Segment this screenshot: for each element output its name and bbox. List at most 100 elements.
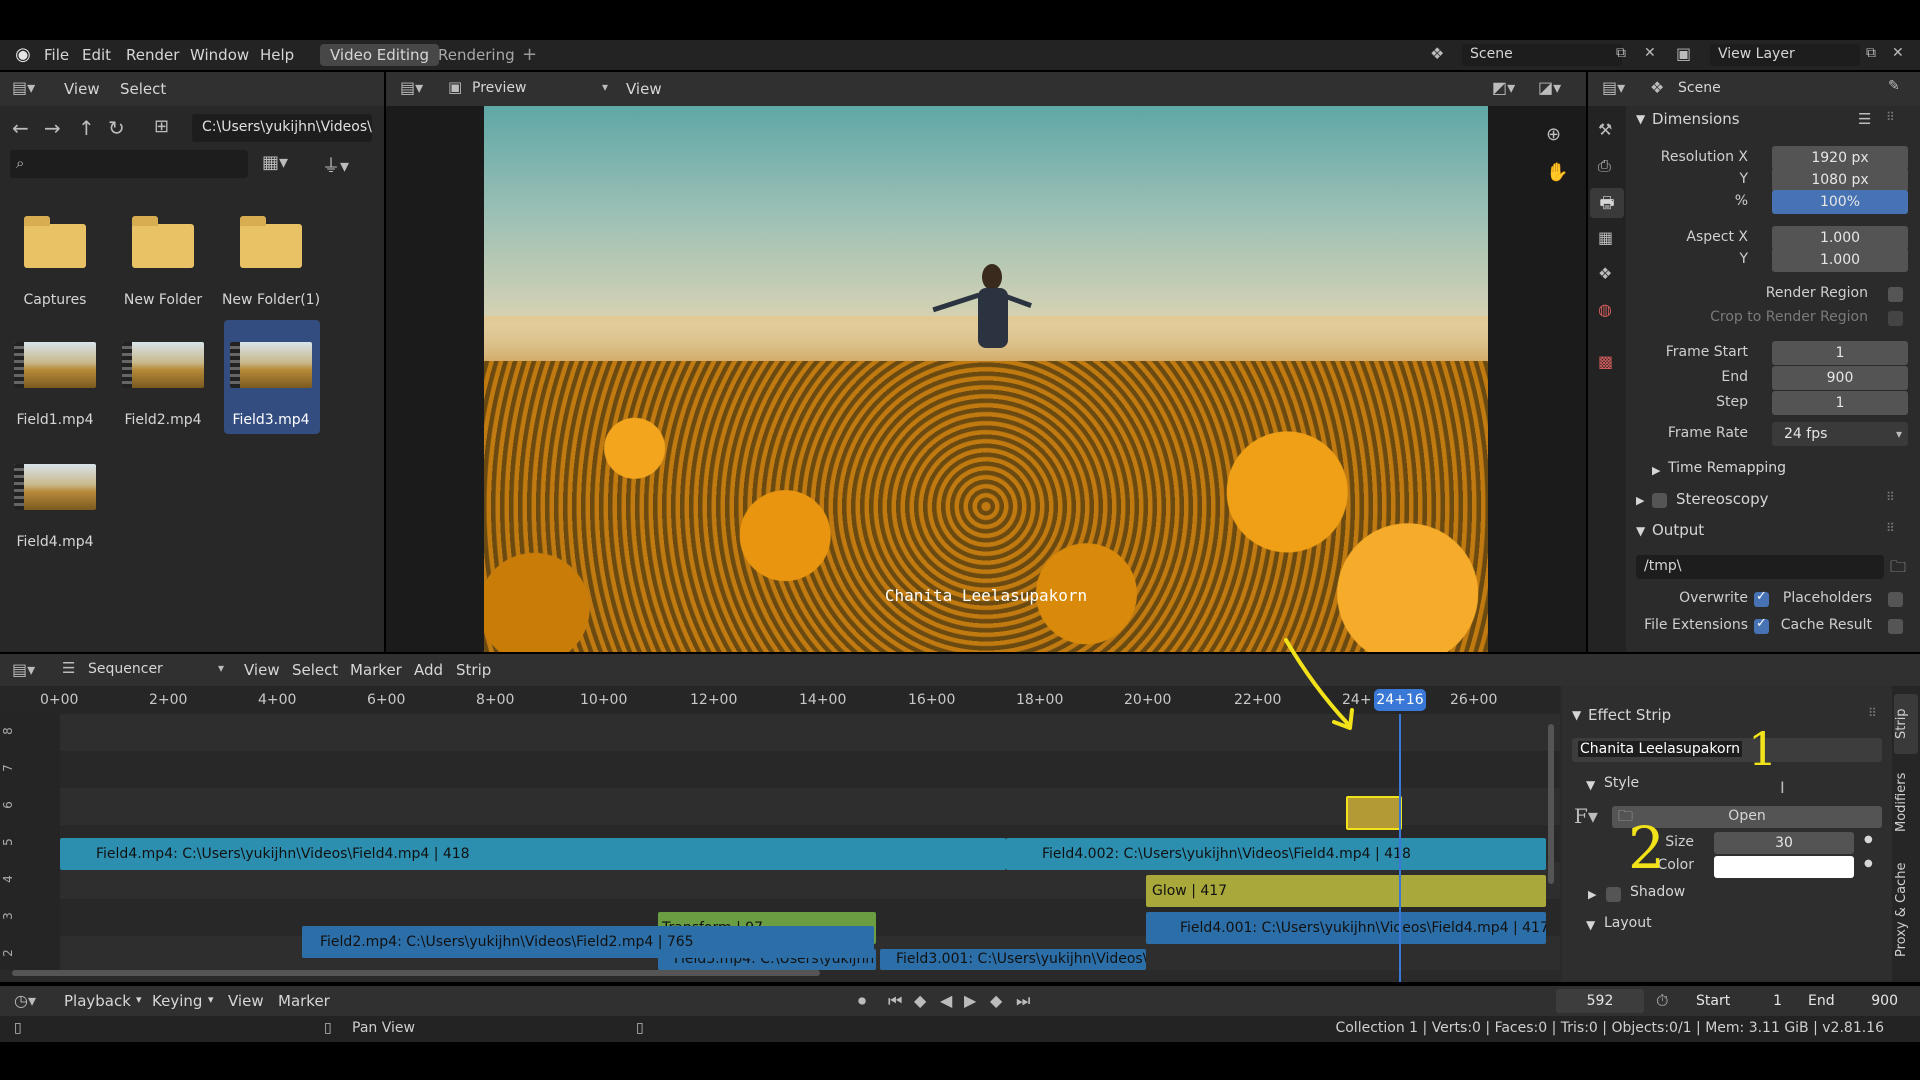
view-layer-tab-icon[interactable]: ▦ (1598, 228, 1613, 247)
current-frame-field[interactable]: 592 (1556, 989, 1644, 1013)
output-expand-icon[interactable]: ▼ (1636, 524, 1645, 538)
next-keyframe-icon[interactable]: ◆ (990, 991, 1002, 1010)
timeline-menu-playback[interactable]: Playback (64, 986, 131, 1016)
texture-tab-icon[interactable]: ▩ (1598, 352, 1613, 371)
menu-render[interactable]: Render (126, 40, 179, 70)
folder-icon[interactable] (132, 216, 194, 268)
sequencer-menu-strip[interactable]: Strip (456, 655, 491, 685)
shadow-checkbox[interactable] (1606, 887, 1621, 902)
file-browser-menu-select[interactable]: Select (120, 74, 166, 104)
time-remapping-title[interactable]: Time Remapping (1668, 460, 1786, 476)
stereoscopy-expand-icon[interactable]: ▶ (1636, 494, 1644, 507)
current-time-badge[interactable]: 24+16 (1374, 689, 1426, 711)
horizontal-scrollbar[interactable] (12, 970, 820, 976)
play-reverse-icon[interactable]: ◀ (940, 991, 952, 1010)
time-remapping-expand-icon[interactable]: ▶ (1652, 464, 1660, 477)
shadow-label[interactable]: Shadow (1630, 884, 1685, 900)
drag-handle-icon[interactable]: ⠿ (1886, 110, 1895, 124)
frame-end-field[interactable]: 900 (1772, 366, 1908, 390)
resolution-percent-slider[interactable]: 100% (1772, 190, 1908, 214)
drag-handle-icon[interactable]: ⠿ (1886, 521, 1895, 535)
tab-rendering[interactable]: Rendering (438, 40, 515, 70)
effect-strip-title[interactable]: Effect Strip (1588, 706, 1671, 724)
menu-edit[interactable]: Edit (82, 40, 111, 70)
file-field2[interactable]: Field2.mp4 (108, 412, 218, 428)
frame-start-field[interactable]: 1 (1772, 341, 1908, 365)
view-layer-selector[interactable]: View Layer (1710, 44, 1860, 66)
tab-video-editing[interactable]: Video Editing (320, 44, 440, 66)
stereoscopy-checkbox[interactable] (1652, 493, 1667, 508)
file-search-input[interactable]: ⌕ (10, 150, 248, 178)
strip-field2[interactable]: Field2.mp4: C:\Users\yukijhn\Videos\Fiel… (302, 926, 874, 958)
tool-tab-icon[interactable]: ⚒ (1598, 120, 1612, 139)
jump-start-icon[interactable]: ⏮ (888, 991, 902, 1011)
new-directory-icon[interactable]: ⊞ (154, 116, 169, 137)
render-region-checkbox[interactable] (1888, 287, 1903, 302)
timeline-menu-marker[interactable]: Marker (278, 986, 330, 1016)
layout-title[interactable]: Layout (1604, 915, 1652, 931)
font-icon[interactable]: F▾ (1574, 804, 1598, 828)
scene-icon[interactable]: ❖ (1430, 44, 1444, 63)
forward-icon[interactable]: → (44, 116, 61, 140)
file-field4[interactable]: Field4.mp4 (0, 534, 110, 550)
frame-step-field[interactable]: 1 (1772, 391, 1908, 415)
scene-selector[interactable]: Scene (1462, 44, 1622, 66)
drag-handle-icon[interactable]: ⠿ (1886, 490, 1895, 504)
tab-proxy-cache[interactable]: Proxy & Cache (1894, 850, 1918, 970)
resolution-x-field[interactable]: 1920 px (1772, 146, 1908, 170)
tab-modifiers[interactable]: Modifiers (1894, 760, 1918, 844)
path-field[interactable]: C:\Users\yukijhn\Videos\ (192, 114, 372, 142)
new-view-layer-icon[interactable]: ⧉ (1866, 45, 1876, 61)
file-browser-menu-view[interactable]: View (64, 74, 100, 104)
frame-rate-dropdown[interactable]: 24 fps ▾ (1772, 422, 1908, 446)
sequencer-menu-select[interactable]: Select (292, 655, 338, 685)
jump-end-icon[interactable]: ⏭ (1016, 991, 1030, 1011)
preview-menu-view[interactable]: View (626, 74, 662, 104)
strip-glow[interactable]: Glow | 417 (1146, 875, 1546, 907)
sequencer-menu-marker[interactable]: Marker (350, 655, 402, 685)
text-input[interactable]: Chanita Leelasupakorn (1572, 738, 1882, 762)
delete-view-layer-icon[interactable]: ✕ (1892, 45, 1904, 61)
zoom-icon[interactable]: ⊕ (1546, 124, 1561, 145)
color-swatch[interactable] (1714, 856, 1854, 878)
pin-icon[interactable]: ✎ (1888, 78, 1900, 94)
strip-field4-001[interactable]: Field4.001: C:\Users\yukijhn\Videos\Fiel… (1146, 912, 1546, 944)
shadow-expand-icon[interactable]: ▶ (1588, 888, 1596, 901)
menu-file[interactable]: File (44, 40, 69, 70)
preview-mode-dropdown[interactable]: ▣ Preview ▾ (442, 78, 612, 100)
new-scene-icon[interactable]: ⧉ (1616, 45, 1626, 61)
editor-type-icon[interactable]: ▤▾ (400, 78, 423, 97)
file-field1[interactable]: Field1.mp4 (0, 412, 110, 428)
placeholders-checkbox[interactable] (1888, 592, 1903, 607)
overlay-icon[interactable]: ◪▾ (1538, 78, 1561, 97)
color-keyframe-icon[interactable]: ● (1864, 858, 1873, 869)
dimensions-title[interactable]: Dimensions (1652, 110, 1740, 128)
scene-tab-icon[interactable]: ❖ (1598, 264, 1612, 283)
timeline-menu-keying[interactable]: Keying (152, 986, 202, 1016)
output-title[interactable]: Output (1652, 521, 1704, 539)
folder-icon[interactable] (240, 216, 302, 268)
aspect-y-field[interactable]: 1.000 (1772, 248, 1908, 272)
parent-directory-icon[interactable]: ↑ (78, 116, 95, 140)
folder-browse-icon[interactable]: 🗀 (1890, 556, 1906, 583)
timeline-editor-icon[interactable]: ◷▾ (14, 991, 36, 1010)
editor-type-icon[interactable]: ▤▾ (12, 78, 35, 97)
output-tab-icon[interactable]: 🖶 (1590, 188, 1624, 218)
strip-field4-002[interactable]: Field4.002: C:\Users\yukijhn\Videos\Fiel… (1006, 838, 1546, 870)
presets-list-icon[interactable]: ☰ (1858, 110, 1871, 128)
strip-field3-001[interactable]: Field3.001: C:\Users\yukijhn\Videos\ (880, 949, 1146, 970)
sequencer-mode-dropdown[interactable]: ☰ Sequencer ▾ (58, 659, 228, 681)
add-workspace-icon[interactable]: + (522, 40, 537, 70)
stereoscopy-title[interactable]: Stereoscopy (1676, 490, 1769, 508)
world-tab-icon[interactable]: ◍ (1598, 300, 1612, 319)
size-keyframe-icon[interactable]: ● (1864, 834, 1873, 845)
style-title[interactable]: Style (1604, 775, 1639, 791)
dimensions-expand-icon[interactable]: ▼ (1636, 112, 1645, 126)
style-expand-icon[interactable]: ▼ (1586, 778, 1595, 792)
effect-strip-expand-icon[interactable]: ▼ (1572, 708, 1581, 722)
folder-icon[interactable] (24, 216, 86, 268)
file-field3[interactable]: Field3.mp4 (216, 412, 326, 428)
sequencer-menu-add[interactable]: Add (414, 655, 443, 685)
vertical-scrollbar[interactable] (1548, 724, 1554, 884)
size-field[interactable]: 30 (1714, 832, 1854, 854)
